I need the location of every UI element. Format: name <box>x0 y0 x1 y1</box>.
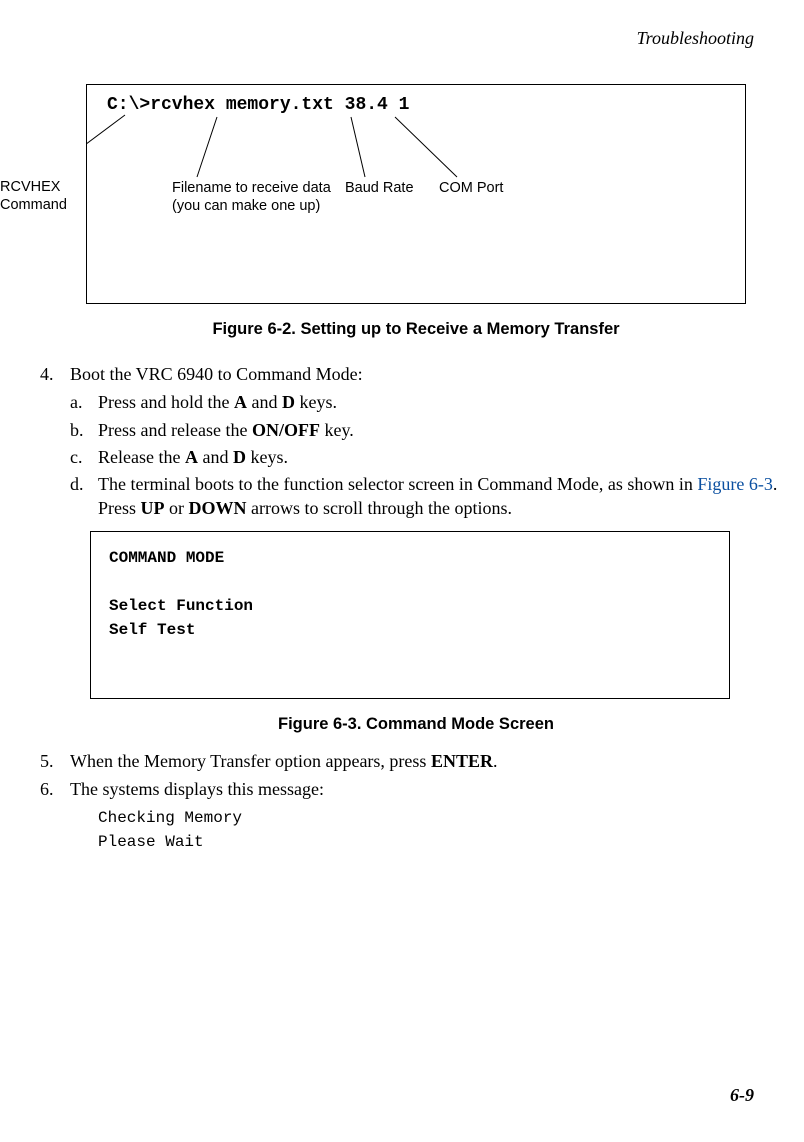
text-fragment: or <box>165 498 189 518</box>
text-fragment: The terminal boots to the function selec… <box>98 474 697 494</box>
figure-6-2: C:\>rcvhex memory.txt 38.4 1 Filename to… <box>86 84 746 339</box>
callout-filename: Filename to receive data (you can make o… <box>172 179 331 215</box>
text-fragment: Press and release the <box>98 420 252 440</box>
step-4d-letter: d. <box>70 472 98 521</box>
step-6-text: The systems displays this message: <box>70 777 324 801</box>
command-mode-line1: COMMAND MODE <box>109 546 711 570</box>
page: Troubleshooting C:\>rcvhex memory.txt 38… <box>0 0 804 1142</box>
code-line-2: Please Wait <box>98 830 792 854</box>
step-5-number: 5. <box>40 749 70 773</box>
figure-6-3-link[interactable]: Figure 6-3 <box>697 474 773 494</box>
callout-com-port: COM Port <box>439 179 503 197</box>
text-fragment: key. <box>320 420 354 440</box>
callout-rcvhex-command: RCVHEX Command <box>0 178 67 214</box>
step-4d: d. The terminal boots to the function se… <box>70 472 792 521</box>
command-mode-line2: Select Function <box>109 594 711 618</box>
figure-6-3-box: COMMAND MODE Select Function Self Test <box>90 531 730 699</box>
step-4a-text: Press and hold the A and D keys. <box>98 390 337 414</box>
step-4-text: Boot the VRC 6940 to Command Mode: <box>70 362 363 386</box>
figure-6-2-box: C:\>rcvhex memory.txt 38.4 1 Filename to… <box>86 84 746 304</box>
step-6: 6. The systems displays this message: <box>40 777 792 801</box>
key-d: D <box>282 392 295 412</box>
figure-6-3-caption: Figure 6-3. Command Mode Screen <box>40 713 792 735</box>
step-4c: c. Release the A and D keys. <box>70 445 792 469</box>
text-fragment: keys. <box>246 447 288 467</box>
callout-baud-rate: Baud Rate <box>345 179 414 197</box>
step-4d-text: The terminal boots to the function selec… <box>98 472 792 521</box>
text-fragment: arrows to scroll through the options. <box>247 498 512 518</box>
command-mode-line3: Self Test <box>109 618 711 642</box>
step-4b-text: Press and release the ON/OFF key. <box>98 418 354 442</box>
text-fragment: . <box>493 751 498 771</box>
key-a: A <box>234 392 247 412</box>
key-enter: ENTER <box>431 751 493 771</box>
step-4-number: 4. <box>40 362 70 386</box>
key-down: DOWN <box>189 498 247 518</box>
command-line-text: C:\>rcvhex memory.txt 38.4 1 <box>107 95 409 115</box>
text-fragment: Press and hold the <box>98 392 234 412</box>
text-fragment: and <box>198 447 233 467</box>
text-fragment: keys. <box>295 392 337 412</box>
step-4: 4. Boot the VRC 6940 to Command Mode: <box>40 362 792 386</box>
code-block: Checking Memory Please Wait <box>98 806 792 854</box>
step-4a-letter: a. <box>70 390 98 414</box>
text-fragment: Release the <box>98 447 185 467</box>
text-fragment: When the Memory Transfer option appears,… <box>70 751 431 771</box>
key-a: A <box>185 447 198 467</box>
step-4c-letter: c. <box>70 445 98 469</box>
key-d: D <box>233 447 246 467</box>
body-content: 4. Boot the VRC 6940 to Command Mode: a.… <box>40 362 792 854</box>
step-5: 5. When the Memory Transfer option appea… <box>40 749 792 773</box>
text-fragment: and <box>247 392 282 412</box>
step-4c-text: Release the A and D keys. <box>98 445 288 469</box>
key-up: UP <box>141 498 165 518</box>
step-4b-letter: b. <box>70 418 98 442</box>
step-6-number: 6. <box>40 777 70 801</box>
step-4a: a. Press and hold the A and D keys. <box>70 390 792 414</box>
running-header: Troubleshooting <box>637 28 754 49</box>
step-4b: b. Press and release the ON/OFF key. <box>70 418 792 442</box>
figure-6-2-caption: Figure 6-2. Setting up to Receive a Memo… <box>86 320 746 339</box>
code-line-1: Checking Memory <box>98 806 792 830</box>
page-number: 6-9 <box>730 1085 754 1106</box>
step-5-text: When the Memory Transfer option appears,… <box>70 749 497 773</box>
key-onoff: ON/OFF <box>252 420 320 440</box>
